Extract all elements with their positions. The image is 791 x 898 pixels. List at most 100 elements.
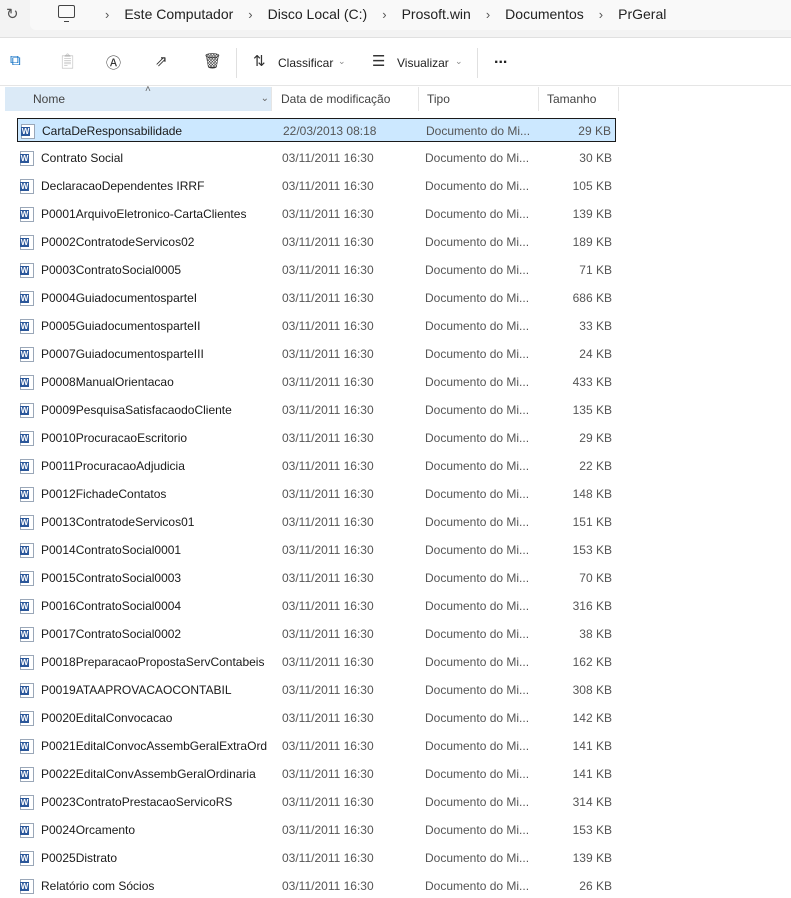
- file-type: Documento do Mi...: [425, 543, 530, 557]
- file-name: P0016ContratoSocial0004: [41, 599, 182, 613]
- word-document-icon: [20, 375, 34, 390]
- file-row[interactable]: P0002ContratodeServicos02 03/11/2011 16:…: [17, 230, 616, 254]
- file-type: Documento do Mi...: [425, 487, 530, 501]
- file-size: 141 KB: [572, 767, 612, 781]
- column-header-name[interactable]: Nome ˄ ⌄: [5, 84, 272, 111]
- file-name: P0013ContratodeServicos01: [41, 515, 195, 529]
- file-date: 03/11/2011 16:30: [282, 515, 374, 529]
- sort-button[interactable]: Classificar: [278, 56, 333, 70]
- word-document-icon: [20, 179, 34, 194]
- word-document-icon: [20, 515, 34, 530]
- file-name: P0015ContratoSocial0003: [41, 571, 182, 585]
- file-type: Documento do Mi...: [425, 291, 530, 305]
- chevron-right-icon[interactable]: ›: [248, 7, 252, 22]
- file-row[interactable]: P0021EditalConvocAssembGeralExtraOrd 03/…: [17, 734, 616, 758]
- chevron-down-icon[interactable]: ⌄: [261, 87, 269, 111]
- file-row[interactable]: P0019ATAAPROVACAOCONTABIL 03/11/2011 16:…: [17, 678, 616, 702]
- file-row[interactable]: Relatório com Sócios 03/11/2011 16:30 Do…: [17, 874, 616, 898]
- file-row[interactable]: Contrato Social 03/11/2011 16:30 Documen…: [17, 146, 616, 170]
- word-document-icon: [20, 795, 34, 810]
- file-date: 03/11/2011 16:30: [282, 627, 374, 641]
- file-date: 03/11/2011 16:30: [282, 851, 374, 865]
- breadcrumb-item[interactable]: Disco Local (C:): [268, 6, 368, 22]
- file-type: Documento do Mi...: [425, 151, 530, 165]
- breadcrumb-item[interactable]: Este Computador: [124, 6, 233, 22]
- word-document-icon: [20, 347, 34, 362]
- breadcrumb-item[interactable]: Prosoft.win: [402, 6, 471, 22]
- breadcrumb-item[interactable]: PrGeral: [618, 6, 666, 22]
- address-bar-area: ↻ › Este Computador › Disco Local (C:) › Pros…: [0, 0, 791, 38]
- breadcrumb-item[interactable]: Documentos: [505, 6, 584, 22]
- file-date: 03/11/2011 16:30: [282, 235, 374, 249]
- word-document-icon: [20, 487, 34, 502]
- file-row[interactable]: P0023ContratoPrestacaoServicoRS 03/11/20…: [17, 790, 616, 814]
- file-row[interactable]: P0008ManualOrientacao 03/11/2011 16:30 D…: [17, 370, 616, 394]
- file-row[interactable]: P0024Orcamento 03/11/2011 16:30 Document…: [17, 818, 616, 842]
- file-size: 105 KB: [572, 179, 612, 193]
- file-row[interactable]: P0016ContratoSocial0004 03/11/2011 16:30…: [17, 594, 616, 618]
- file-name: P0022EditalConvAssembGeralOrdinaria: [41, 767, 256, 781]
- file-size: 24 KB: [579, 347, 612, 361]
- file-name: CartaDeResponsabilidade: [42, 124, 183, 138]
- file-size: 38 KB: [579, 627, 612, 641]
- command-bar: ⧉ 📋︎ Ⓐ ⇗ 🗑︎ ⇅ Classificar ⌄ ☰ Visualizar…: [0, 38, 791, 86]
- file-date: 22/03/2013 08:18: [283, 124, 377, 138]
- file-size: 308 KB: [572, 683, 612, 697]
- file-size: 22 KB: [579, 459, 612, 473]
- computer-icon[interactable]: [58, 5, 75, 22]
- file-row[interactable]: P0007GuiadocumentospartеIII 03/11/2011 1…: [17, 342, 616, 366]
- chevron-right-icon[interactable]: ›: [599, 7, 603, 22]
- chevron-right-icon[interactable]: ›: [382, 7, 386, 22]
- file-row[interactable]: P0017ContratoSocial0002 03/11/2011 16:30…: [17, 622, 616, 646]
- file-row[interactable]: P0012FichadeContatos 03/11/2011 16:30 Do…: [17, 482, 616, 506]
- file-row[interactable]: P0009PesquisaSatisfacaodoCliente 03/11/2…: [17, 398, 616, 422]
- column-header-type[interactable]: Tipo: [419, 87, 539, 111]
- word-document-icon: [20, 403, 34, 418]
- more-options-button[interactable]: ...: [494, 50, 507, 68]
- file-name: P0009PesquisaSatisfacaodoCliente: [41, 403, 232, 417]
- word-document-icon: [20, 207, 34, 222]
- file-row[interactable]: P0020EditalConvocacao 03/11/2011 16:30 D…: [17, 706, 616, 730]
- file-size: 141 KB: [572, 739, 612, 753]
- file-row[interactable]: P0018PreparacaoPropostaServContabeis 03/…: [17, 650, 616, 674]
- view-button[interactable]: Visualizar: [397, 56, 449, 70]
- file-row[interactable]: P0005GuiadocumentospartеII 03/11/2011 16…: [17, 314, 616, 338]
- file-date: 03/11/2011 16:30: [282, 739, 374, 753]
- file-size: 153 KB: [572, 543, 612, 557]
- chevron-right-icon[interactable]: ›: [486, 7, 490, 22]
- file-row[interactable]: P0014ContratoSocial0001 03/11/2011 16:30…: [17, 538, 616, 562]
- share-icon[interactable]: ⇗: [155, 52, 168, 70]
- file-row[interactable]: P0001ArquivoEletronico-CartaClientes 03/…: [17, 202, 616, 226]
- file-date: 03/11/2011 16:30: [282, 571, 374, 585]
- file-row[interactable]: P0015ContratoSocial0003 03/11/2011 16:30…: [17, 566, 616, 590]
- file-name: P0011ProcuracaoAdjudicia: [41, 459, 185, 473]
- paste-icon[interactable]: 📋︎: [58, 52, 77, 70]
- delete-icon[interactable]: 🗑︎: [203, 52, 222, 70]
- file-row[interactable]: P0013ContratodeServicos01 03/11/2011 16:…: [17, 510, 616, 534]
- file-date: 03/11/2011 16:30: [282, 487, 374, 501]
- refresh-icon[interactable]: ↻: [6, 5, 19, 23]
- file-name: Contrato Social: [41, 151, 124, 165]
- file-size: 139 KB: [572, 851, 612, 865]
- chevron-right-icon[interactable]: ›: [105, 7, 109, 22]
- copy-icon[interactable]: ⧉: [10, 52, 21, 69]
- file-row[interactable]: P0022EditalConvAssembGeralOrdinaria 03/1…: [17, 762, 616, 786]
- file-row[interactable]: P0004GuiadocumentospartеI 03/11/2011 16:…: [17, 286, 616, 310]
- file-size: 433 KB: [572, 375, 612, 389]
- file-row[interactable]: P0011ProcuracaoAdjudicia 03/11/2011 16:3…: [17, 454, 616, 478]
- rename-icon[interactable]: Ⓐ: [106, 52, 121, 73]
- file-row[interactable]: DeclaracaoDependentes IRRF 03/11/2011 16…: [17, 174, 616, 198]
- file-size: 316 KB: [572, 599, 612, 613]
- file-type: Documento do Mi...: [425, 711, 530, 725]
- file-row[interactable]: P0003ContratoSocial0005 03/11/2011 16:30…: [17, 258, 616, 282]
- file-date: 03/11/2011 16:30: [282, 543, 374, 557]
- chevron-down-icon: ⌄: [338, 56, 346, 66]
- column-name-label: Nome: [33, 92, 66, 106]
- column-header-size[interactable]: Tamanho: [539, 87, 619, 111]
- file-type: Documento do Mi...: [425, 739, 530, 753]
- file-row[interactable]: P0025Distrato 03/11/2011 16:30 Documento…: [17, 846, 616, 870]
- file-row[interactable]: P0010ProcuracaoEscritorio 03/11/2011 16:…: [17, 426, 616, 450]
- file-row[interactable]: CartaDeResponsabilidade 22/03/2013 08:18…: [17, 118, 616, 142]
- file-type: Documento do Mi...: [425, 851, 530, 865]
- column-header-date[interactable]: Data de modificação: [273, 87, 419, 111]
